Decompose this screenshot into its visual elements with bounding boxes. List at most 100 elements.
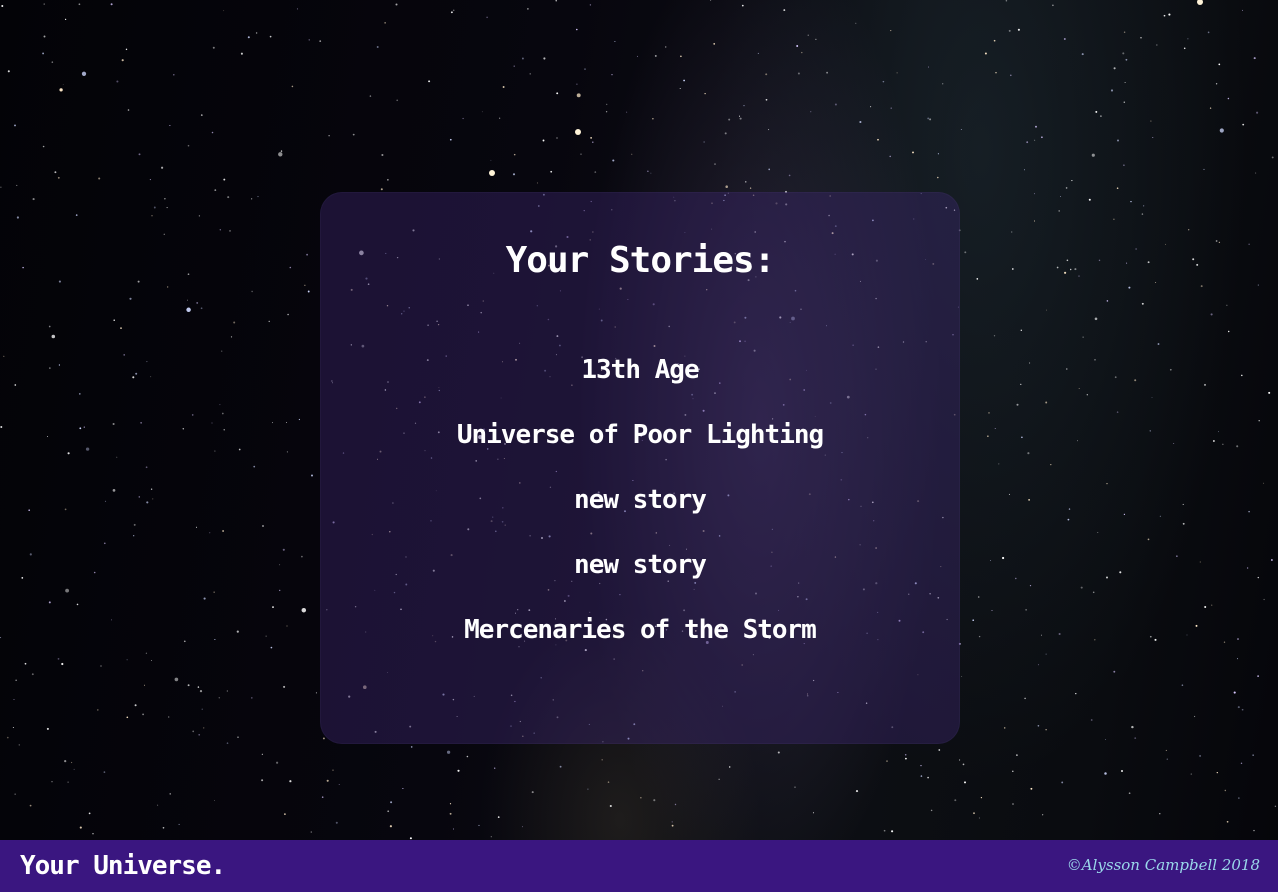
- star-dot: [890, 30, 892, 32]
- star-dot: [1258, 419, 1260, 422]
- star-dot: [196, 301, 199, 304]
- story-link[interactable]: Mercenaries of the Storm: [320, 610, 960, 650]
- star-dot: [133, 523, 136, 526]
- star-dot: [466, 755, 469, 758]
- story-link[interactable]: new story: [320, 480, 960, 520]
- star-dot: [1209, 107, 1212, 109]
- star-dot: [481, 111, 483, 113]
- star-dot: [962, 763, 965, 766]
- star-dot: [0, 186, 2, 188]
- star-dot: [0, 425, 3, 429]
- star-dot: [48, 601, 51, 604]
- star-dot: [308, 39, 310, 41]
- star-dot: [283, 685, 286, 688]
- star-dot: [587, 788, 589, 790]
- star-dot: [1218, 241, 1221, 244]
- star-dot: [335, 821, 338, 824]
- star-dot: [1063, 38, 1066, 40]
- star-dot: [612, 159, 615, 162]
- star-dot: [1135, 248, 1137, 250]
- star-dot: [494, 767, 496, 769]
- star-dot: [236, 630, 239, 633]
- star-dot: [1163, 14, 1166, 17]
- star-dot: [855, 22, 857, 24]
- star-dot: [1248, 510, 1250, 513]
- star-dot: [991, 610, 993, 611]
- star-dot: [1141, 213, 1144, 215]
- star-dot: [150, 488, 153, 490]
- star-dot: [788, 174, 791, 177]
- star-dot: [1078, 275, 1080, 277]
- star-dot: [1045, 401, 1048, 404]
- star-dot: [133, 535, 135, 537]
- star-dot: [389, 825, 392, 828]
- star-dot: [221, 412, 224, 415]
- footer-brand-link[interactable]: Your Universe.: [20, 846, 226, 886]
- star-dot: [1141, 302, 1144, 305]
- star-dot: [240, 52, 243, 55]
- bright-star: [575, 129, 581, 135]
- star-dot: [161, 166, 164, 169]
- star-dot: [198, 733, 201, 736]
- star-dot: [1110, 89, 1114, 92]
- star-dot: [88, 812, 91, 815]
- star-dot: [211, 131, 214, 134]
- star-dot: [1223, 641, 1226, 643]
- star-dot: [1173, 443, 1175, 444]
- story-link[interactable]: Universe of Poor Lighting: [320, 415, 960, 455]
- star-dot: [889, 155, 891, 158]
- star-dot: [679, 87, 681, 90]
- star-dot: [927, 117, 930, 120]
- star-dot: [98, 177, 101, 180]
- star-dot: [478, 824, 480, 826]
- footer-bar: Your Universe. ©Alysson Campbell 2018: [0, 840, 1278, 892]
- star-dot: [233, 321, 236, 324]
- star-dot: [1005, 0, 1008, 2]
- star-dot: [135, 372, 138, 375]
- story-link[interactable]: new story: [320, 545, 960, 585]
- star-dot: [1215, 240, 1218, 242]
- star-dot: [710, 0, 712, 1]
- star-dot: [46, 727, 49, 730]
- star-dot: [168, 716, 170, 718]
- star-dot: [457, 769, 460, 772]
- star-dot: [783, 9, 786, 12]
- star-dot: [1183, 47, 1186, 50]
- star-dot: [326, 779, 329, 782]
- star-dot: [1241, 374, 1243, 377]
- star-dot: [521, 57, 524, 60]
- star-dot: [1252, 754, 1254, 756]
- star-dot: [592, 141, 594, 143]
- star-dot: [905, 757, 907, 760]
- star-dot: [1002, 556, 1005, 560]
- star-dot: [127, 109, 130, 111]
- star-dot: [112, 489, 116, 492]
- star-dot: [1211, 604, 1213, 606]
- star-dot: [16, 184, 18, 186]
- star-dot: [221, 350, 223, 352]
- star-dot: [1149, 635, 1152, 638]
- star-dot: [449, 138, 452, 141]
- story-list: 13th Age Universe of Poor Lighting new s…: [320, 350, 960, 650]
- star-dot: [794, 786, 796, 788]
- star-dot: [576, 93, 581, 98]
- star-dot: [801, 51, 803, 54]
- star-dot: [1210, 313, 1213, 316]
- star-dot: [1122, 52, 1125, 55]
- star-dot: [223, 10, 225, 12]
- star-dot: [1075, 692, 1077, 695]
- star-dot: [1238, 797, 1240, 799]
- star-dot: [81, 71, 87, 76]
- star-dot: [257, 196, 259, 198]
- star-dot: [490, 159, 492, 161]
- story-link[interactable]: 13th Age: [320, 350, 960, 390]
- star-dot: [153, 206, 156, 209]
- bright-star: [1197, 0, 1203, 5]
- star-dot: [57, 176, 60, 179]
- star-dot: [1204, 605, 1207, 609]
- star-dot: [65, 588, 70, 593]
- star-dot: [995, 71, 997, 74]
- star-dot: [270, 646, 273, 649]
- star-dot: [261, 753, 263, 755]
- star-dot: [529, 73, 531, 75]
